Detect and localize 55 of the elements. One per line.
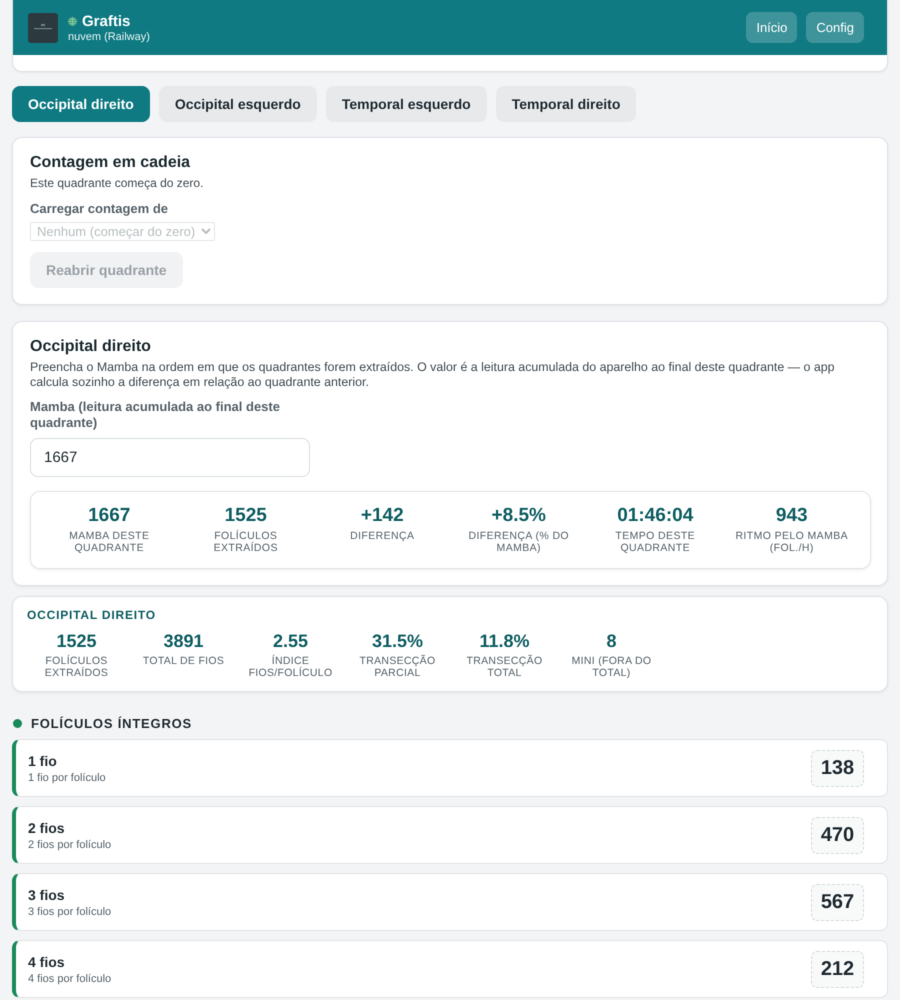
row-title: 2 fios [28, 820, 66, 836]
quadrant-tab[interactable]: Occipital esquerdo [158, 86, 317, 122]
count-display: 567 [811, 884, 864, 920]
stat-label: RITMO PELO MAMBA (FOL./H) [734, 530, 850, 554]
stat-value: 1525 [56, 631, 97, 652]
stat-value: 11.8% [479, 631, 530, 652]
row-subtitle: 4 fios por folículo [28, 972, 112, 984]
row-subtitle: 3 fios por folículo [28, 906, 112, 918]
stat-label: TRANSECÇÃO PARCIAL [358, 655, 436, 679]
stat-label: FOLÍCULOS EXTRAÍDOS [212, 530, 279, 554]
quadrant-tab[interactable]: Temporal esquerdo [326, 86, 487, 122]
nav-button[interactable]: Config [806, 12, 864, 43]
count-display: 470 [811, 816, 864, 854]
stat-label: DIFERENÇA (% DO MAMBA) [467, 530, 570, 554]
stat-value: 3891 [163, 631, 204, 652]
stat-label: TOTAL DE FIOS [142, 655, 224, 667]
stat-value: 943 [776, 505, 808, 527]
row-title: 3 fios [28, 886, 66, 902]
stat-label: MAMBA DESTE QUADRANTE [68, 530, 150, 554]
stat-value: 01:46:04 [617, 505, 694, 527]
stat-label: MINI (FORA DO TOTAL) [570, 655, 652, 679]
summary-title: OCCIPITAL DIREITO [27, 608, 156, 622]
stat-label: FOLÍCULOS EXTRAÍDOS [44, 655, 110, 679]
field-label: Carregar contagem de [30, 201, 168, 217]
section-title: FOLÍCULOS ÍNTEGROS [31, 716, 192, 731]
stat-value: 1667 [88, 505, 130, 527]
app-subtitle: nuvem (Railway) [68, 30, 150, 42]
stat-value: 8 [606, 631, 616, 652]
stat-value: +142 [360, 505, 404, 527]
nav-button[interactable]: Início [746, 12, 798, 43]
row-subtitle: 2 fios por folículo [28, 838, 112, 850]
stat-value: 2.55 [272, 631, 308, 652]
stat-label: TEMPO DESTE QUADRANTE [614, 530, 696, 554]
card-description: Preencha o Mamba na ordem em que os quadrantes forem extraídos. O valor é a leitura acumulada do aparelho ao final deste quadrante — o app calcula sozinho a diferença em relação ao quadrante anterior. [30, 360, 836, 390]
mamba-input[interactable]: 1667 [30, 438, 310, 477]
quadrant-tab[interactable]: Temporal direito [496, 86, 636, 122]
row-title: 4 fios [28, 954, 66, 970]
app-title: Graftis [82, 12, 130, 30]
quadrant-tab[interactable]: Occipital direito [12, 86, 150, 122]
globe-icon [68, 16, 77, 26]
logo-icon [28, 12, 58, 42]
field-label: Mamba (leitura acumulada ao final deste quadrante) [30, 399, 281, 431]
stat-label: ÍNDICE FIOS/FOLÍCULO [248, 655, 334, 679]
stat-label: TRANSECÇÃO TOTAL [466, 655, 544, 679]
card-title: Occipital direito [30, 338, 151, 356]
row-title: 1 fio [28, 752, 58, 768]
row-subtitle: 1 fio por folículo [28, 772, 106, 784]
count-display: 212 [811, 950, 864, 988]
stat-value: +8.5% [492, 505, 546, 527]
count-display: 138 [811, 750, 864, 786]
stat-value: 31.5% [372, 631, 424, 652]
card-title: Contagem em cadeia [30, 154, 190, 172]
stat-label: DIFERENÇA [350, 530, 414, 542]
card-note: Este quadrante começa do zero. [30, 176, 204, 190]
stat-value: 1525 [224, 505, 267, 527]
